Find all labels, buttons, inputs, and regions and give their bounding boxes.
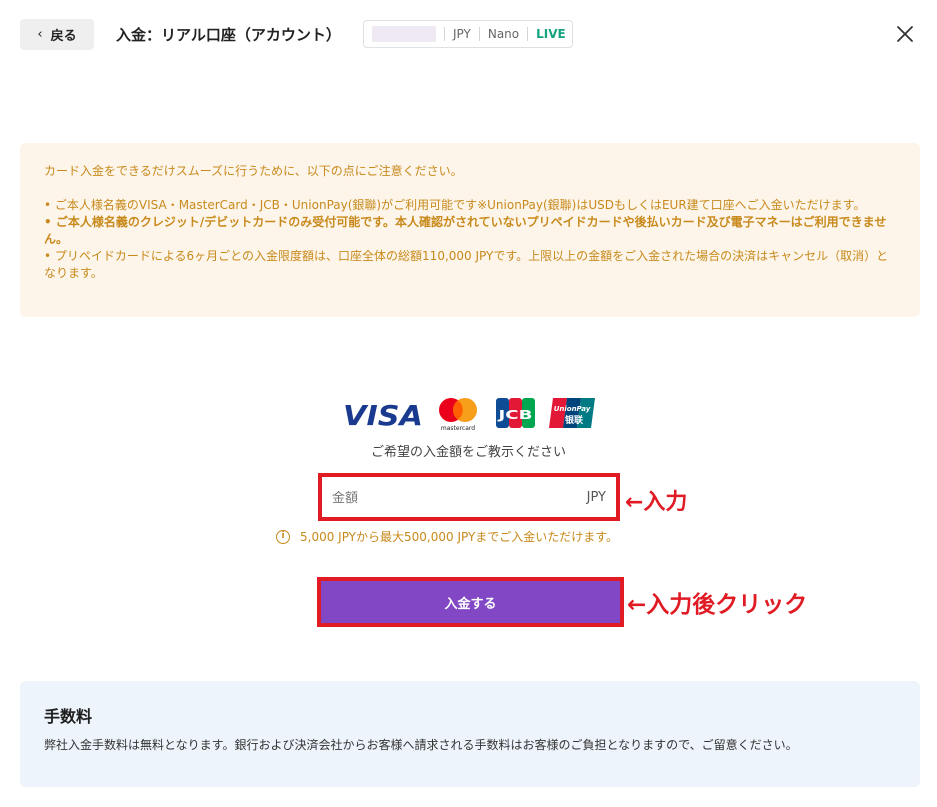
jcb-logo: JCB: [496, 398, 535, 428]
info-icon: i: [276, 529, 290, 544]
divider: [527, 27, 529, 41]
jcb-logo-text: JCB: [497, 408, 533, 422]
deposit-limit-note: i 5,000 JPYから最大500,000 JPYまでご入金いただけます。: [276, 528, 618, 545]
annotation-input-arrow: ←入力: [625, 490, 688, 515]
amount-input[interactable]: [330, 485, 574, 511]
unionpay-logo-text: UnionPay: [554, 405, 591, 413]
deposit-submit-button[interactable]: 入金する: [321, 581, 620, 623]
back-button[interactable]: ‹ 戻る: [20, 19, 94, 50]
account-type: Nano: [487, 27, 520, 41]
chevron-left-icon: ‹: [37, 27, 43, 42]
modal-header: ‹ 戻る 入金：リアル口座（アカウント） JPY Nano LIVE: [0, 0, 937, 70]
fee-title: 手数料: [44, 707, 93, 726]
page-title: 入金：リアル口座（アカウント）: [116, 26, 341, 44]
notice-item-supported-cards: • ご本人様名義のVISA・MasterCard・JCB・UnionPay(銀聯…: [44, 198, 866, 212]
account-status-badge: LIVE: [536, 27, 566, 41]
card-deposit-notice: カード入金をできるだけスムーズに行うために、以下の点にご注意ください。 • ご本…: [20, 143, 920, 317]
card-brand-logos: VISA mastercard JCB UnionPay 银联: [343, 398, 595, 432]
fee-text: 弊社入金手数料は無料となります。銀行および決済会社からお客様へ請求される手数料は…: [44, 738, 798, 752]
notice-item-prepaid-limit: • プリペイドカードによる6ヶ月ごとの入金限度額は、口座全体の総額110,000…: [44, 249, 889, 280]
deposit-button-highlight: 入金する: [317, 577, 624, 627]
amount-prompt: ご希望の入金額をご教示ください: [370, 445, 566, 460]
unionpay-logo: UnionPay 银联: [549, 398, 595, 428]
account-chip: JPY Nano LIVE: [363, 20, 573, 48]
back-button-label: 戻る: [50, 29, 77, 44]
deposit-limit-text: 5,000 JPYから最大500,000 JPYまでご入金いただけます。: [300, 530, 619, 544]
mastercard-logo-text: mastercard: [441, 425, 475, 432]
account-currency: JPY: [453, 27, 471, 41]
visa-logo-text: VISA: [343, 399, 423, 432]
amount-currency-suffix: JPY: [586, 490, 606, 505]
divider: [444, 27, 445, 41]
divider: [478, 27, 480, 41]
unionpay-logo-cn-text: 银联: [565, 414, 584, 426]
notice-intro: カード入金をできるだけスムーズに行うために、以下の点にご注意ください。: [44, 164, 463, 178]
fee-panel: 手数料 弊社入金手数料は無料となります。銀行および決済会社からお客様へ請求される…: [20, 681, 920, 787]
masked-account-number: [372, 26, 436, 42]
annotation-click-arrow: ←入力後クリック: [627, 592, 808, 618]
notice-item-accepted-cards: • ご本人様名義のクレジット/デビットカードのみ受付可能です。本人確認がされてい…: [44, 215, 887, 246]
amount-field-container: JPY: [318, 473, 620, 521]
visa-logo: VISA: [343, 399, 423, 432]
close-button[interactable]: [893, 22, 917, 46]
mastercard-logo: mastercard: [439, 398, 477, 432]
close-icon: [897, 26, 913, 42]
